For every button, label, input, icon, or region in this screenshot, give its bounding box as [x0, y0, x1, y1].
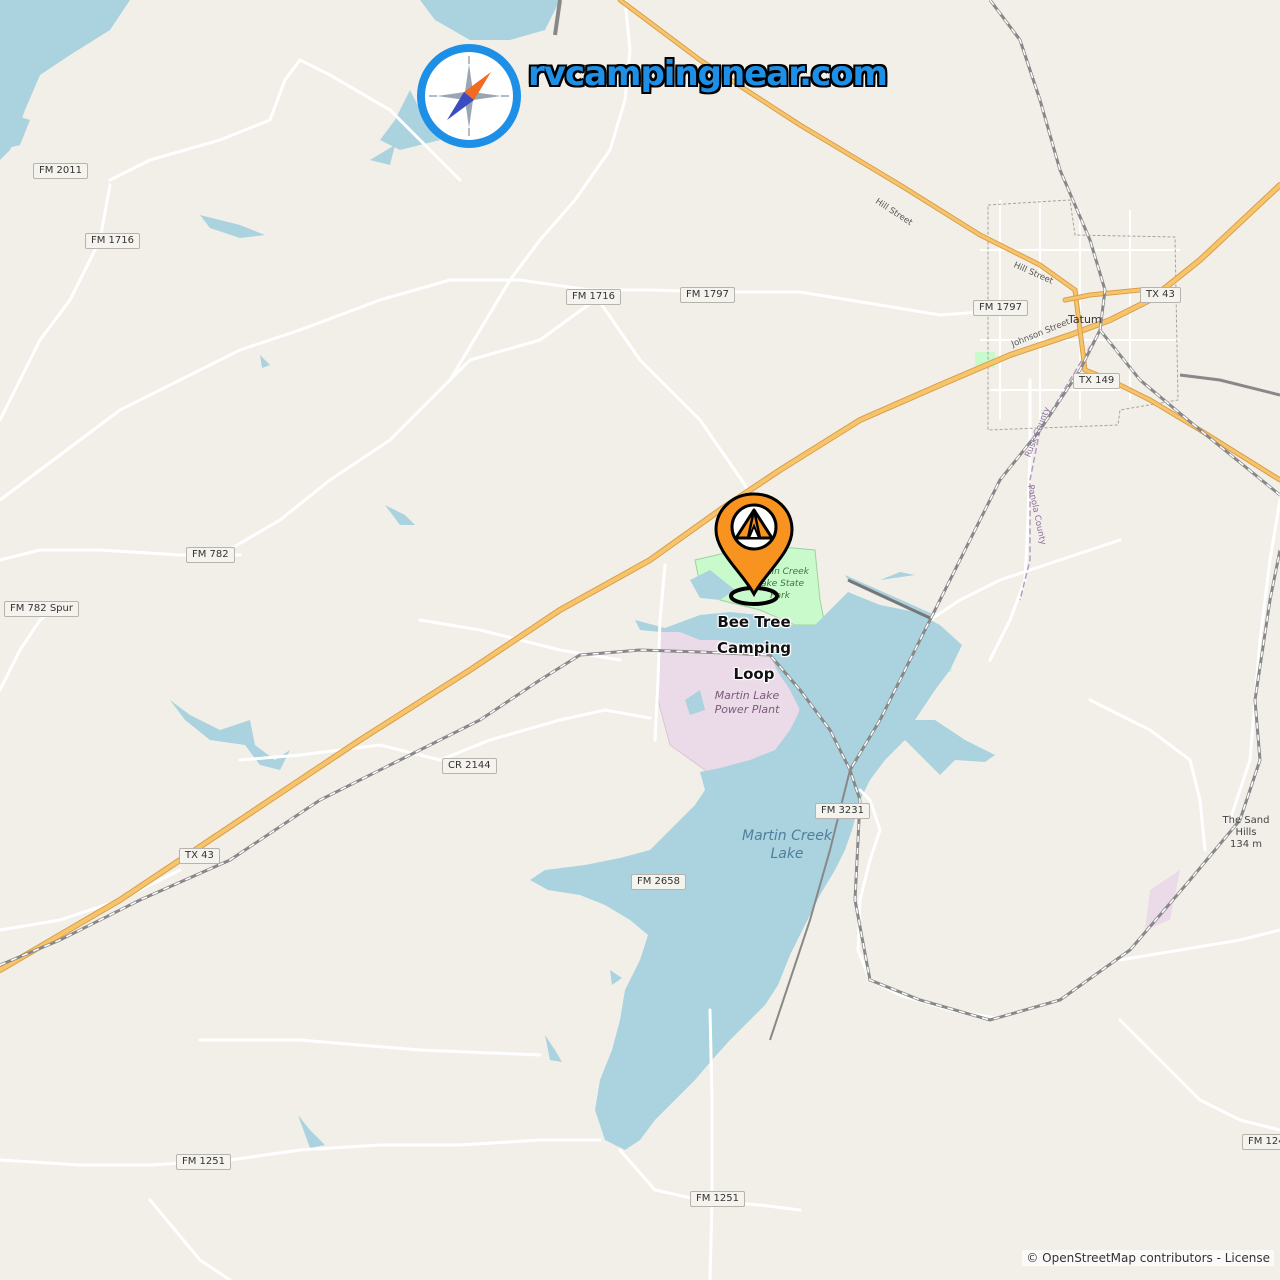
- peak-label: The Sand Hills 134 m: [1218, 815, 1274, 851]
- compass-icon: [417, 44, 521, 148]
- license-link[interactable]: License: [1225, 1251, 1270, 1265]
- campground-marker[interactable]: [712, 490, 796, 608]
- tent-marker-icon: [714, 492, 794, 606]
- road-shield-fm1797-east: FM 1797: [973, 300, 1029, 316]
- road-shield-cr2144: CR 2144: [442, 758, 497, 774]
- road-shield-tx43-east: TX 43: [1140, 287, 1181, 303]
- site-name: rvcampingnear.com: [528, 54, 888, 94]
- lake-label: Martin Creek Lake: [742, 828, 832, 862]
- road-shield-fm782-spur: FM 782 Spur: [4, 601, 79, 617]
- road-shield-fm1716: FM 1716: [566, 289, 622, 305]
- map-base-layer: [0, 0, 1280, 1280]
- osm-attribution-link[interactable]: © OpenStreetMap contributors: [1026, 1251, 1212, 1265]
- road-shield-tx43-west: TX 43: [179, 848, 220, 864]
- road-shield-fm2658: FM 2658: [631, 874, 687, 890]
- road-shield-fm2011: FM 2011: [33, 163, 89, 179]
- road-shield-tx149: TX 149: [1073, 373, 1121, 389]
- road-shield-fm1797: FM 1797: [680, 287, 736, 303]
- power-plant-label: Martin Lake Power Plant: [714, 689, 780, 716]
- road-shield-fm3231: FM 3231: [815, 803, 871, 819]
- road-shield-fm1251: FM 1251: [690, 1191, 746, 1207]
- road-shield-fm1716-west: FM 1716: [85, 233, 141, 249]
- peak-name: The Sand Hills: [1222, 815, 1270, 838]
- peak-elevation: 134 m: [1229, 839, 1262, 850]
- map-canvas[interactable]: FM 2011 FM 1716 FM 1716 FM 1797 FM 1797 …: [0, 0, 1280, 1280]
- map-attribution: © OpenStreetMap contributors - License: [1022, 1250, 1274, 1266]
- site-logo[interactable]: rvcampingnear.com: [414, 40, 888, 152]
- road-shield-fm1251-west: FM 1251: [176, 1154, 232, 1170]
- town-label-tatum: Tatum: [1068, 313, 1102, 326]
- attribution-separator: -: [1212, 1251, 1225, 1265]
- road-shield-fm124: FM 124: [1242, 1134, 1280, 1150]
- road-shield-fm782: FM 782: [186, 547, 235, 563]
- marker-label: Bee Tree Camping Loop: [716, 613, 792, 683]
